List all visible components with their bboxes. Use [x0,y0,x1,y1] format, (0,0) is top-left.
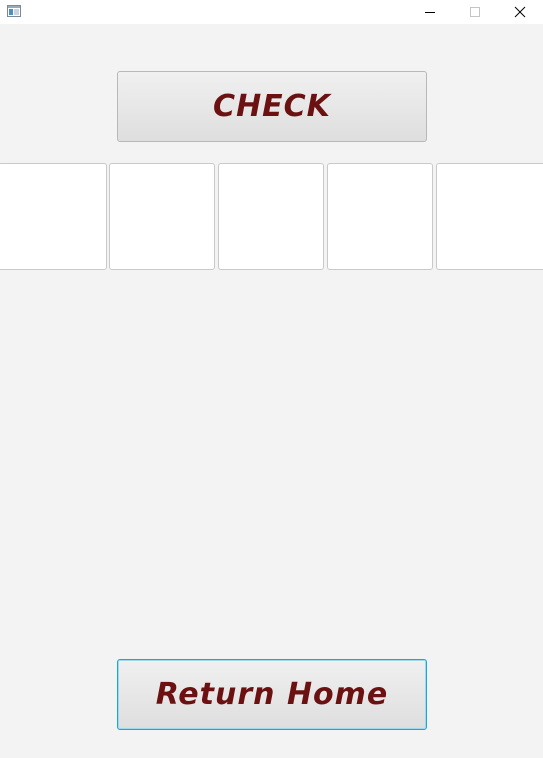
answer-boxes [0,163,543,270]
check-button[interactable]: CHECK [117,71,427,142]
return-home-button[interactable]: Return Home [117,659,427,730]
window-title-bar[interactable] [0,0,543,24]
close-button[interactable] [497,0,543,24]
close-icon [514,6,526,18]
answer-box-3[interactable] [218,163,324,270]
answer-box-5[interactable] [436,163,543,270]
minimize-button[interactable] [407,0,453,24]
answer-box-2[interactable] [109,163,215,270]
maximize-button[interactable] [452,0,498,24]
minimize-icon [425,12,435,13]
answer-box-4[interactable] [327,163,433,270]
answer-box-1[interactable] [0,163,107,270]
app-window-icon [7,5,21,17]
maximize-icon [470,7,480,17]
